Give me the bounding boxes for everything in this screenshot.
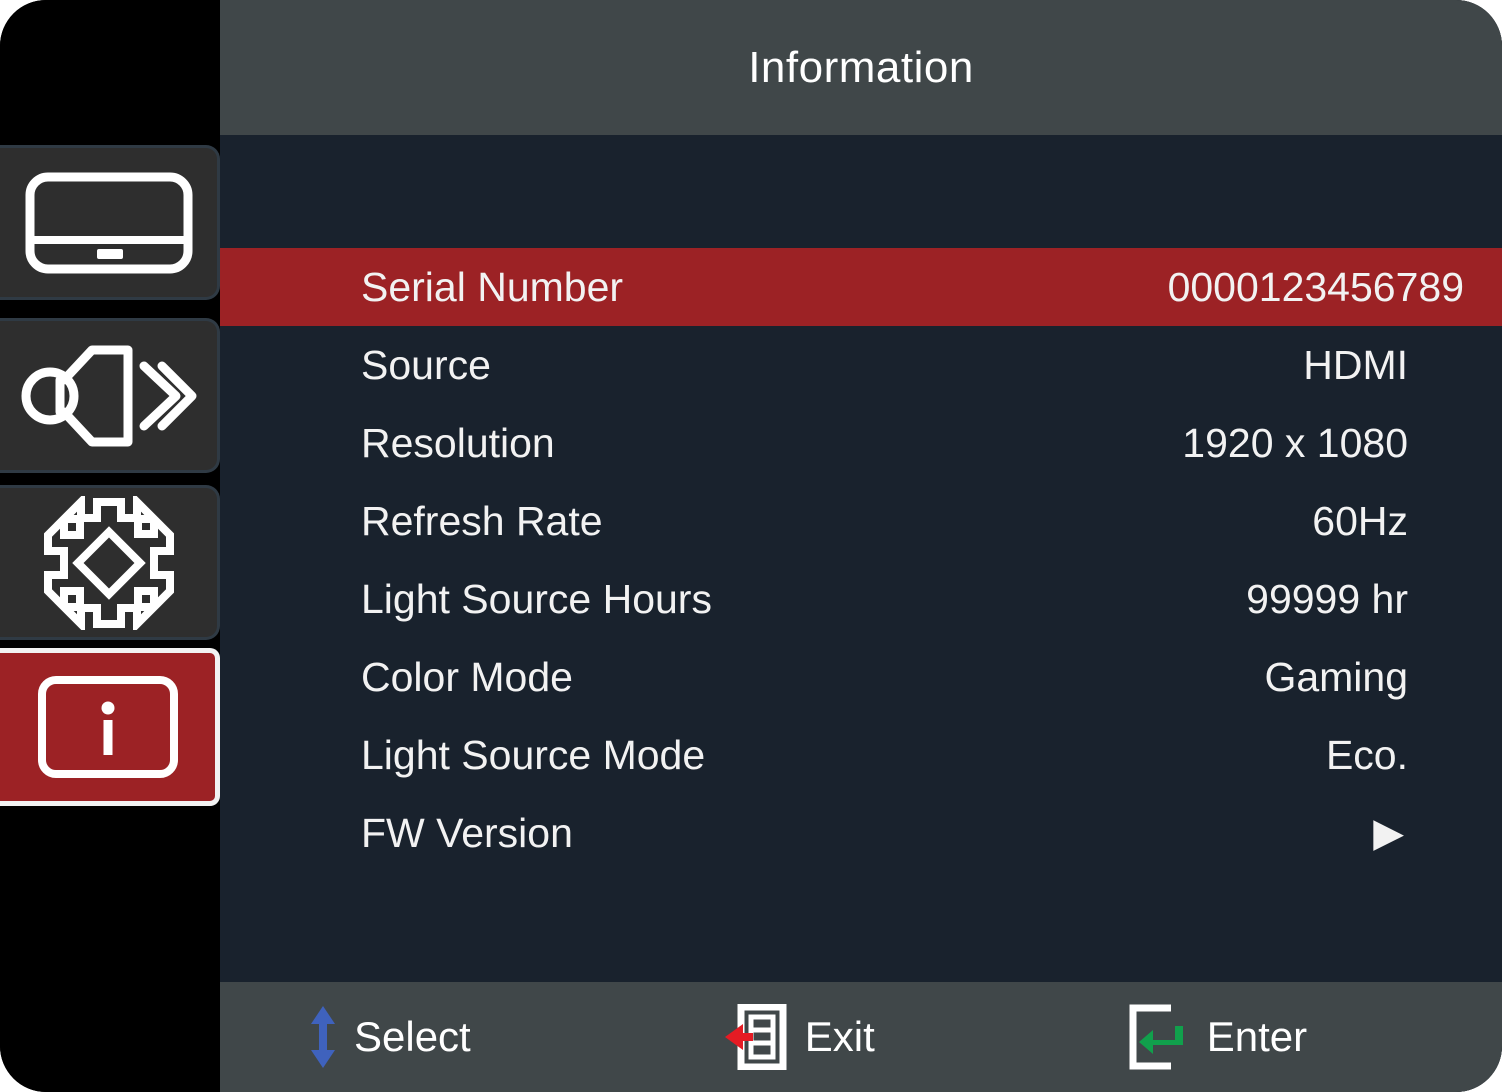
row-value: Gaming	[1264, 653, 1408, 700]
row-label: Resolution	[361, 419, 555, 466]
row-value: 0000123456789	[1167, 263, 1464, 310]
row-label: Color Mode	[361, 653, 573, 700]
hint-exit-label: Exit	[804, 1013, 875, 1060]
sidebar-item-settings[interactable]	[0, 485, 220, 640]
table-row[interactable]: Serial Number 0000123456789	[220, 248, 1502, 326]
hint-enter-label: Enter	[1206, 1013, 1308, 1060]
row-label: Refresh Rate	[361, 497, 603, 544]
display-screen-icon	[24, 171, 194, 275]
table-row[interactable]: Resolution 1920 x 1080	[276, 404, 1446, 482]
row-label: Light Source Mode	[361, 731, 706, 778]
titlebar: Information	[220, 0, 1502, 135]
info-icon	[37, 675, 179, 779]
osd-window: Information Serial Number 0000123456789 …	[0, 0, 1502, 1092]
table-row[interactable]: Color Mode Gaming	[276, 638, 1446, 716]
table-row[interactable]: Light Source Mode Eco.	[276, 716, 1446, 794]
menu-back-icon	[723, 1004, 789, 1070]
row-label: Light Source Hours	[361, 575, 712, 622]
hint-select[interactable]: Select	[308, 1004, 471, 1070]
table-row[interactable]: Light Source Hours 99999 hr	[276, 560, 1446, 638]
speaker-volume-icon	[20, 338, 198, 454]
submenu-arrow-icon: ▶	[1373, 811, 1404, 855]
table-row[interactable]: Source HDMI	[276, 326, 1446, 404]
content-panel: Information Serial Number 0000123456789 …	[220, 0, 1502, 1092]
table-row[interactable]: FW Version ▶	[276, 794, 1446, 872]
sidebar-item-audio[interactable]	[0, 318, 220, 473]
sidebar-item-display[interactable]	[0, 145, 220, 300]
information-list: Serial Number 0000123456789 Source HDMI …	[220, 248, 1502, 872]
hint-exit[interactable]: Exit	[723, 1004, 875, 1070]
row-value: 60Hz	[1312, 497, 1408, 544]
row-label: FW Version	[361, 809, 573, 856]
up-down-arrow-icon	[308, 1004, 338, 1070]
footer-hint-bar: Select Exit Enter	[220, 982, 1502, 1092]
row-value: HDMI	[1303, 341, 1408, 388]
hint-enter[interactable]: Enter	[1125, 1004, 1307, 1070]
row-label: Serial Number	[361, 263, 624, 310]
sidebar	[0, 0, 220, 1092]
row-value: 99999 hr	[1246, 575, 1408, 622]
enter-return-icon	[1125, 1004, 1191, 1070]
page-title: Information	[748, 42, 974, 92]
row-value: 1920 x 1080	[1182, 419, 1408, 466]
hint-select-label: Select	[354, 1013, 471, 1060]
sidebar-item-information[interactable]	[0, 648, 220, 806]
gear-icon	[42, 495, 176, 630]
row-value: Eco.	[1325, 731, 1408, 778]
table-row[interactable]: Refresh Rate 60Hz	[276, 482, 1446, 560]
row-label: Source	[361, 341, 491, 388]
